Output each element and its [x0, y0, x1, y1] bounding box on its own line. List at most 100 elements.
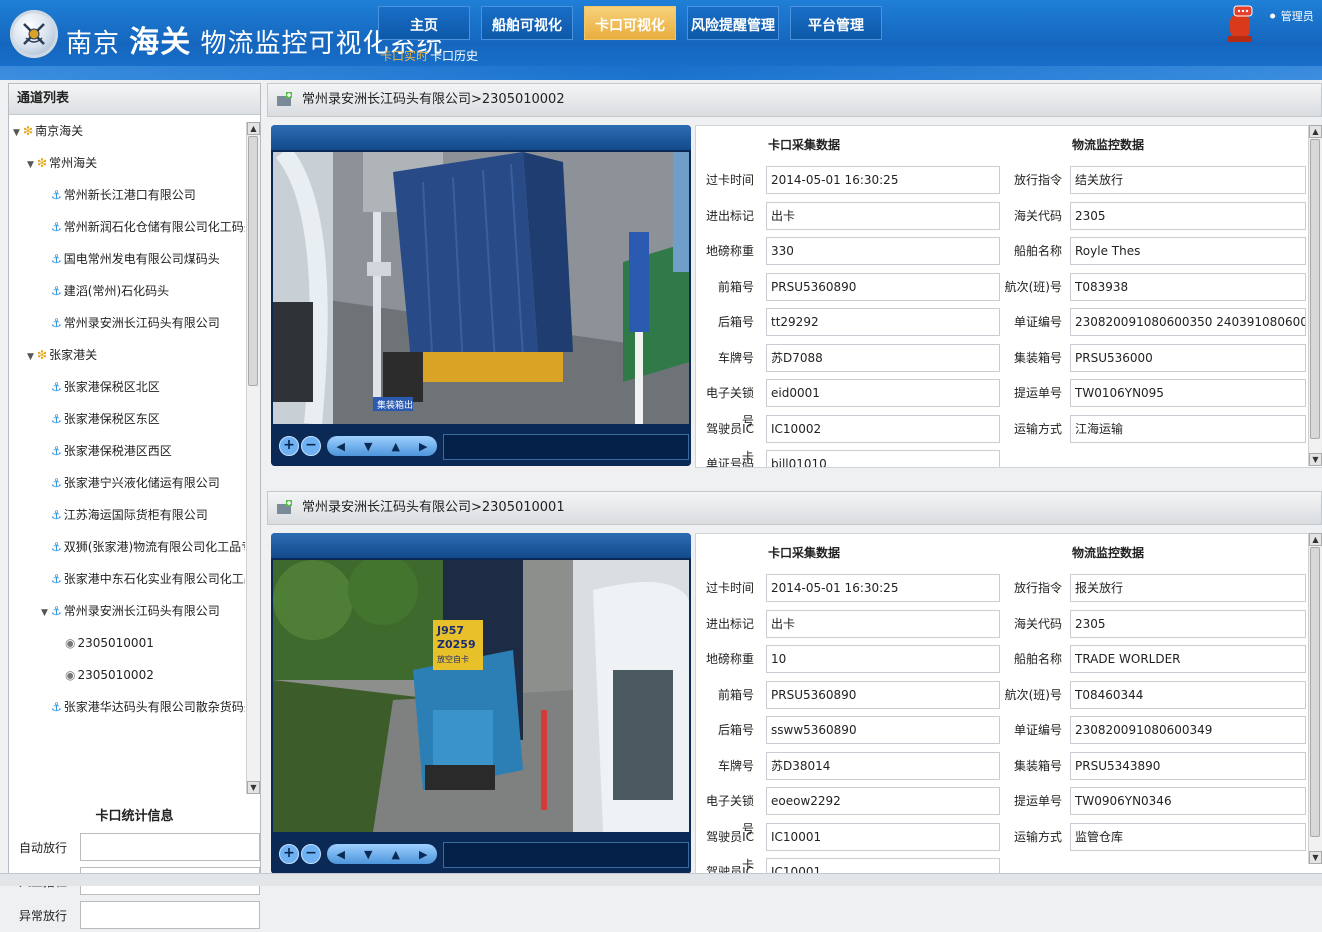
zoom-out-button[interactable]: − — [301, 844, 321, 864]
tree-node[interactable]: ⚓ 常州录安洲长江码头有限公司 — [9, 307, 245, 339]
tree-node-label: 张家港保税港区西区 — [63, 444, 172, 458]
zoom-in-button[interactable]: + — [279, 844, 299, 864]
tree-node[interactable]: ⚓ 张家港宁兴液化储运有限公司 — [9, 467, 245, 499]
field-value[interactable]: T08460344 — [1070, 680, 1306, 709]
ptz-down-icon[interactable]: ▼ — [364, 440, 372, 453]
field-value[interactable]: TW0906YN0346 — [1070, 787, 1306, 815]
field-label: 船舶名称 — [1013, 244, 1062, 258]
ptz-left-icon[interactable]: ◀ — [337, 848, 345, 861]
field-value[interactable]: bill01010 — [766, 450, 1000, 467]
field-value[interactable]: TRADE WORLDER — [1070, 645, 1306, 673]
field-value[interactable]: Royle Thes — [1070, 237, 1306, 265]
logistics-data-heading: 物流监控数据 — [1072, 138, 1145, 152]
field-value[interactable]: 报关放行 — [1070, 574, 1306, 602]
scroll-up-arrow-icon[interactable]: ▲ — [247, 122, 260, 135]
scroll-down-arrow-icon[interactable]: ▼ — [1309, 453, 1322, 466]
form-scrollbar-1[interactable]: ▲ ▼ — [1308, 125, 1322, 466]
scroll-thumb[interactable] — [1310, 139, 1320, 439]
tree-node[interactable]: ▼ ⚓ 常州录安洲长江码头有限公司 — [9, 595, 245, 627]
scroll-down-arrow-icon[interactable]: ▼ — [1309, 851, 1322, 864]
field-value[interactable]: PRSU5343890 — [1070, 751, 1306, 780]
field-value[interactable]: T083938 — [1070, 272, 1306, 301]
scroll-up-arrow-icon[interactable]: ▲ — [1309, 533, 1322, 546]
panel-title: 常州录安洲长江码头有限公司>2305010001 — [302, 500, 565, 515]
expand-arrow-icon[interactable]: ▼ — [13, 117, 23, 147]
ptz-up-icon[interactable]: ▲ — [392, 440, 400, 453]
anchor-icon: ⚓ — [51, 444, 62, 458]
subnav-realtime[interactable]: 卡口实时 — [380, 49, 428, 63]
field-label: 海关代码 — [1013, 208, 1062, 223]
camera-video-1[interactable]: 集装箱出 + − ◀ ▼ ▲ ▶ — [271, 125, 691, 466]
camera-video-2[interactable]: J957 Z0259 放空自卡 + − ◀ ▼ ▲ ▶ — [271, 533, 691, 874]
field-label: 提运单号 — [1013, 794, 1062, 808]
field-value[interactable]: 监管仓库 — [1070, 822, 1306, 851]
tree-node[interactable]: ▼ ❇ 常州海关 — [9, 147, 245, 179]
field-value[interactable]: 2305 — [1070, 201, 1306, 230]
field-value[interactable]: 230820091080600350 240391080600350 — [1070, 308, 1306, 336]
nav-tab-4[interactable]: 平台管理 — [790, 6, 882, 40]
user-icon: ⚫ — [1268, 10, 1278, 23]
tree-node[interactable]: ⚓张家港中东石化实业有限公司化工品专用 — [9, 563, 245, 595]
nav-tab-1[interactable]: 船舶可视化 — [481, 6, 573, 40]
ptz-right-icon[interactable]: ▶ — [419, 848, 427, 861]
field-value[interactable]: 江海运输 — [1070, 414, 1306, 443]
user-menu[interactable]: ⚫ 管理员 — [1268, 8, 1314, 24]
field-row: 放行指令 报关放行 — [696, 574, 1306, 602]
tree-node[interactable]: ⚓双狮(张家港)物流有限公司化工品专用码 — [9, 531, 245, 563]
tree-node[interactable]: ⚓ 常州新润石化仓储有限公司化工码头 — [9, 211, 245, 243]
tree-node[interactable]: ⚓ 张家港保税区东区 — [9, 403, 245, 435]
field-value[interactable]: 结关放行 — [1070, 166, 1306, 194]
anchor-icon: ⚓ — [51, 412, 62, 426]
field-row: 航次(班)号 T083938 — [696, 272, 1306, 301]
ptz-up-icon[interactable]: ▲ — [392, 848, 400, 861]
anchor-icon: ⚓ — [51, 572, 62, 586]
tree-node[interactable]: ◉ 2305010001 — [9, 627, 245, 659]
ptz-down-icon[interactable]: ▼ — [364, 848, 372, 861]
field-row: 集装箱号 PRSU5343890 — [696, 751, 1306, 780]
tree-node[interactable]: ⚓ 国电常州发电有限公司煤码头 — [9, 243, 245, 275]
nav-tab-0[interactable]: 主页 — [378, 6, 470, 40]
camera-icon: ◉ — [65, 636, 76, 650]
field-row: 单证编号 230820091080600350 240391080600350 — [696, 308, 1306, 336]
tree-scrollbar[interactable]: ▲ ▼ — [246, 122, 260, 794]
camera-add-icon — [277, 92, 292, 106]
tree-node-label: 2305010001 — [77, 636, 154, 650]
tree-node[interactable]: ▼ ❇ 张家港关 — [9, 339, 245, 371]
field-value[interactable]: TW0106YN095 — [1070, 379, 1306, 407]
expand-arrow-icon[interactable]: ▼ — [27, 149, 37, 179]
user-name: 管理员 — [1280, 10, 1314, 23]
scroll-up-arrow-icon[interactable]: ▲ — [1309, 125, 1322, 138]
field-row: 放行指令 结关放行 — [696, 166, 1306, 194]
tree-node-label: 常州海关 — [49, 156, 98, 170]
video-titlebar — [271, 533, 691, 558]
tree-node[interactable]: ⚓ 张家港华达码头有限公司散杂货码头 — [9, 691, 245, 723]
subnav-history[interactable]: 卡口历史 — [430, 49, 478, 63]
tree-node[interactable]: ▼ ❇ 南京海关 — [9, 115, 245, 147]
ptz-right-icon[interactable]: ▶ — [419, 440, 427, 453]
customs-folder-icon: ❇ — [37, 156, 48, 170]
field-value[interactable]: 230820091080600349 — [1070, 716, 1306, 744]
zoom-in-button[interactable]: + — [279, 436, 299, 456]
expand-arrow-icon[interactable]: ▼ — [27, 341, 37, 371]
tree-node[interactable]: ⚓ 常州新长江港口有限公司 — [9, 179, 245, 211]
tree-node-label: 江苏海运国际货柜有限公司 — [63, 508, 208, 522]
tree-node[interactable]: ⚓ 建滔(常州)石化码头 — [9, 275, 245, 307]
gate-data-form-1: 卡口采集数据 物流监控数据 过卡时间 2014-05-01 16:30:25 进出标… — [695, 125, 1322, 468]
tree-node[interactable]: ⚓ 张家港保税区北区 — [9, 371, 245, 403]
ptz-left-icon[interactable]: ◀ — [337, 440, 345, 453]
alarm-icon[interactable] — [1226, 4, 1254, 44]
field-value[interactable]: PRSU536000 — [1070, 343, 1306, 372]
tree-node[interactable]: ⚓ 张家港保税港区西区 — [9, 435, 245, 467]
zoom-out-button[interactable]: − — [301, 436, 321, 456]
tree-node[interactable]: ⚓ 江苏海运国际货柜有限公司 — [9, 499, 245, 531]
tree-node[interactable]: ◉ 2305010002 — [9, 659, 245, 691]
expand-arrow-icon[interactable]: ▼ — [41, 597, 51, 627]
nav-tab-3[interactable]: 风险提醒管理 — [687, 6, 779, 40]
scroll-down-arrow-icon[interactable]: ▼ — [247, 781, 260, 794]
field-row: 运输方式 监管仓库 — [696, 822, 1306, 851]
form-scrollbar-2[interactable]: ▲ ▼ — [1308, 533, 1322, 864]
scroll-thumb[interactable] — [248, 136, 258, 386]
scroll-thumb[interactable] — [1310, 547, 1320, 837]
field-value[interactable]: 2305 — [1070, 609, 1306, 638]
nav-tab-2[interactable]: 卡口可视化 — [584, 6, 676, 40]
